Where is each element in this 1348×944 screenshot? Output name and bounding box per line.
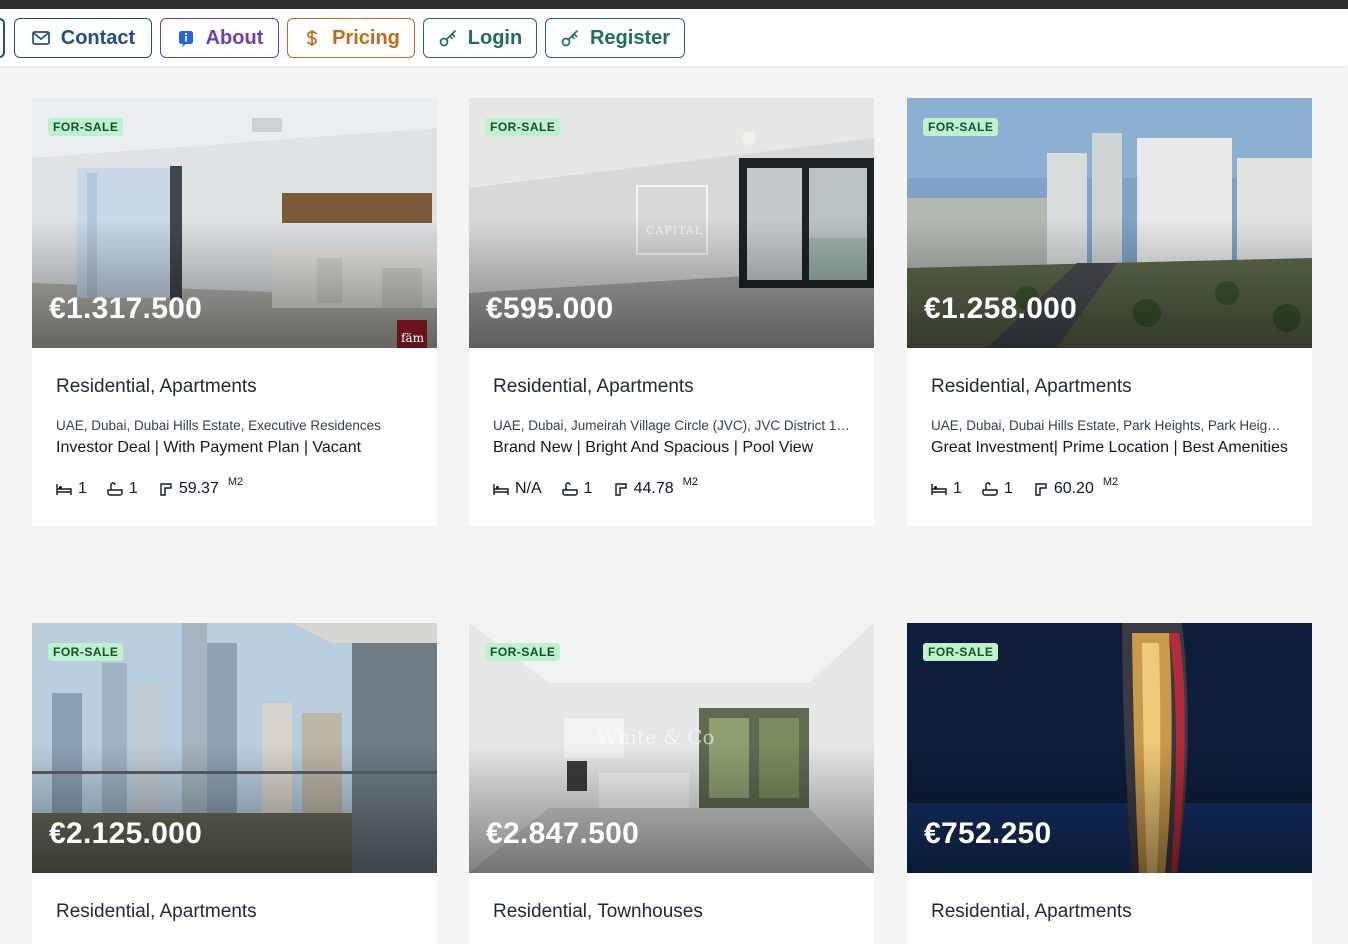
area-unit: M2: [227, 476, 244, 488]
listing-photo: FOR-SALE €1.317.500 fäm: [32, 98, 437, 348]
listing-card[interactable]: FOR-SALE €2.847.500 White & Co Residenti…: [469, 623, 874, 944]
area-icon: [1035, 483, 1047, 496]
listing-photo: FOR-SALE €1.258.000: [907, 98, 1312, 348]
agency-watermark: CAPITAL: [646, 224, 704, 237]
listing-headline: Brand New | Bright And Spacious | Pool V…: [493, 439, 814, 456]
nav-partial-button[interactable]: [0, 18, 5, 58]
property-type: Residential, Apartments: [931, 901, 1132, 922]
listing-price: €2.847.500: [486, 817, 640, 850]
area-stat: 59.37 M2: [158, 476, 243, 498]
listing-price: €1.317.500: [49, 292, 203, 325]
bed-icon: [493, 484, 509, 495]
listing-location: UAE, Dubai, Jumeirah Village Circle (JVC…: [493, 418, 850, 433]
bath-icon: [982, 482, 998, 496]
listing-card[interactable]: FOR-SALE €595.000 CAPITAL Residential, A…: [469, 98, 874, 526]
agency-watermark: fäm: [401, 331, 424, 345]
area-value: 60.20: [1053, 480, 1094, 497]
status-badge: FOR-SALE: [923, 118, 999, 136]
about-button[interactable]: About: [160, 18, 279, 58]
image-overlay: [907, 218, 1312, 348]
listing-price: €595.000: [486, 292, 614, 325]
bedrooms-stat: 1: [931, 480, 962, 498]
listing-photo: FOR-SALE €595.000 CAPITAL: [469, 98, 874, 348]
status-badge: FOR-SALE: [48, 118, 124, 136]
listing-photo: FOR-SALE €752.250: [907, 623, 1312, 873]
top-navbar: Contact About Pricing Login Register: [0, 9, 1348, 66]
bathrooms-value: 1: [583, 480, 593, 497]
listing-card[interactable]: FOR-SALE €1.317.500 fäm Residential, Apa…: [32, 98, 437, 526]
contact-label: Contact: [60, 26, 136, 49]
login-label: Login: [467, 26, 523, 49]
property-type: Residential, Apartments: [56, 376, 257, 397]
listing-location: UAE, Dubai, Dubai Hills Estate, Park Hei…: [931, 418, 1288, 433]
key-icon: [439, 30, 456, 47]
listing-stats: 1 1 59.37 M2: [56, 476, 413, 500]
listing-photo: FOR-SALE €2.847.500 White & Co: [469, 623, 874, 873]
bath-icon: [107, 482, 123, 496]
bathrooms-stat: 1: [561, 480, 593, 498]
register-label: Register: [589, 26, 671, 49]
bathrooms-stat: 1: [107, 480, 138, 498]
dollar-icon: [307, 30, 317, 46]
listing-card[interactable]: FOR-SALE €1.258.000 Residential, Apartme…: [907, 98, 1312, 526]
listing-stats: N/A 1 44.78 M2: [493, 476, 850, 500]
listing-stats: 1 1 60.20 M2: [931, 476, 1288, 500]
listing-card[interactable]: FOR-SALE €2.125.000 Residential, Apartme…: [32, 623, 437, 944]
status-badge: FOR-SALE: [485, 118, 561, 136]
mail-icon: [31, 31, 50, 45]
bed-icon: [56, 484, 72, 495]
image-overlay: [469, 218, 874, 348]
image-overlay: [32, 218, 437, 348]
area-value: 59.37: [178, 480, 219, 497]
listing-headline: Investor Deal | With Payment Plan | Vaca…: [56, 439, 362, 456]
area-value: 44.78: [633, 480, 674, 497]
area-unit: M2: [1102, 476, 1119, 488]
area-unit: M2: [682, 476, 698, 488]
register-button[interactable]: Register: [545, 18, 685, 58]
status-badge: FOR-SALE: [48, 643, 124, 661]
property-type: Residential, Apartments: [931, 376, 1132, 397]
area-stat: 44.78 M2: [613, 476, 698, 498]
pricing-label: Pricing: [332, 26, 400, 49]
image-overlay: [469, 743, 874, 873]
area-icon: [160, 483, 172, 496]
key-icon: [561, 30, 578, 47]
bathrooms-value: 1: [128, 480, 138, 497]
listing-headline: Great Investment| Prime Location | Best …: [931, 439, 1288, 456]
image-overlay: [907, 743, 1312, 873]
listing-card[interactable]: FOR-SALE €752.250 Residential, Apartment…: [907, 623, 1312, 944]
bed-icon: [931, 484, 947, 495]
image-overlay: [32, 743, 437, 873]
agency-watermark: White & Co: [597, 725, 715, 749]
pricing-button[interactable]: Pricing: [287, 18, 415, 58]
bathrooms-value: 1: [1003, 480, 1013, 497]
browser-top-strip: [0, 0, 1348, 9]
area-icon: [614, 483, 627, 496]
property-type: Residential, Apartments: [493, 376, 694, 397]
info-icon: [178, 31, 193, 47]
listing-location: UAE, Dubai, Dubai Hills Estate, Executiv…: [56, 418, 381, 433]
bedrooms-value: 1: [78, 480, 87, 497]
listing-price: €2.125.000: [49, 817, 203, 850]
property-type: Residential, Townhouses: [493, 901, 703, 922]
contact-button[interactable]: Contact: [14, 18, 152, 58]
bathrooms-stat: 1: [982, 480, 1013, 498]
about-label: About: [205, 26, 264, 49]
bedrooms-stat: 1: [56, 480, 87, 498]
bath-icon: [561, 482, 578, 496]
property-type: Residential, Apartments: [56, 901, 257, 922]
status-badge: FOR-SALE: [923, 643, 999, 661]
bedrooms-stat: N/A: [493, 480, 542, 498]
listing-photo: FOR-SALE €2.125.000: [32, 623, 437, 873]
listing-price: €752.250: [924, 817, 1052, 850]
listing-price: €1.258.000: [924, 292, 1078, 325]
bedrooms-value: N/A: [515, 480, 542, 497]
login-button[interactable]: Login: [423, 18, 537, 58]
area-stat: 60.20 M2: [1033, 476, 1118, 498]
bedrooms-value: 1: [953, 480, 962, 497]
status-badge: FOR-SALE: [485, 643, 561, 661]
